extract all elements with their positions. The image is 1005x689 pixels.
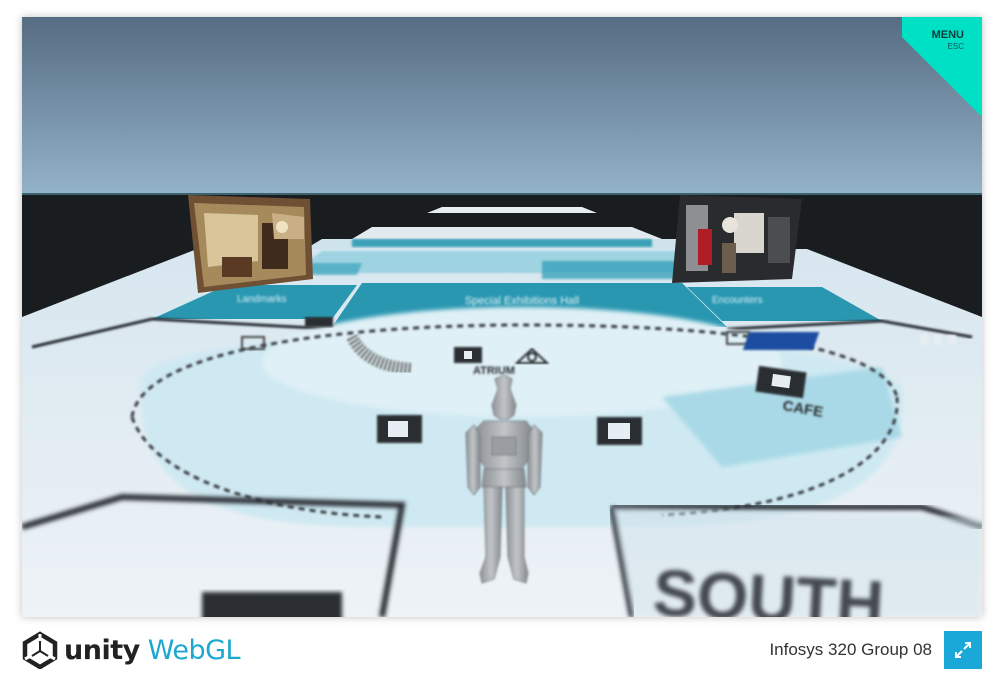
- svg-text:Landmarks: Landmarks: [237, 294, 286, 305]
- menu-label: MENU: [931, 29, 964, 41]
- sky: [22, 17, 982, 195]
- fullscreen-icon: [955, 642, 971, 658]
- game-canvas[interactable]: Special Exhibitions Hall Landmarks Encou…: [22, 17, 982, 617]
- menu-label-group: MENU ESC: [932, 30, 964, 51]
- atrium-label: ATRIUM: [473, 365, 515, 377]
- fullscreen-button[interactable]: [944, 631, 982, 669]
- menu-shortcut: ESC: [947, 42, 964, 51]
- game-scene: Special Exhibitions Hall Landmarks Encou…: [22, 17, 982, 617]
- unity-wordmark: unity: [64, 634, 140, 666]
- special-exhibitions-sign: Special Exhibitions Hall: [465, 295, 579, 307]
- exhibit-image-left: [188, 195, 313, 293]
- svg-text:Encounters: Encounters: [712, 295, 763, 306]
- build-title: Infosys 320 Group 08: [769, 640, 932, 659]
- unity-icon: [22, 631, 58, 669]
- unity-webgl-logo: unity WebGL: [22, 630, 241, 670]
- webgl-wordmark: WebGL: [147, 634, 241, 666]
- webgl-footer: unity WebGL Infosys 320 Group 08: [22, 628, 982, 672]
- south-label: SOUTH: [651, 555, 886, 617]
- exhibit-image-right: [672, 195, 802, 283]
- menu-button[interactable]: MENU ESC: [902, 17, 982, 117]
